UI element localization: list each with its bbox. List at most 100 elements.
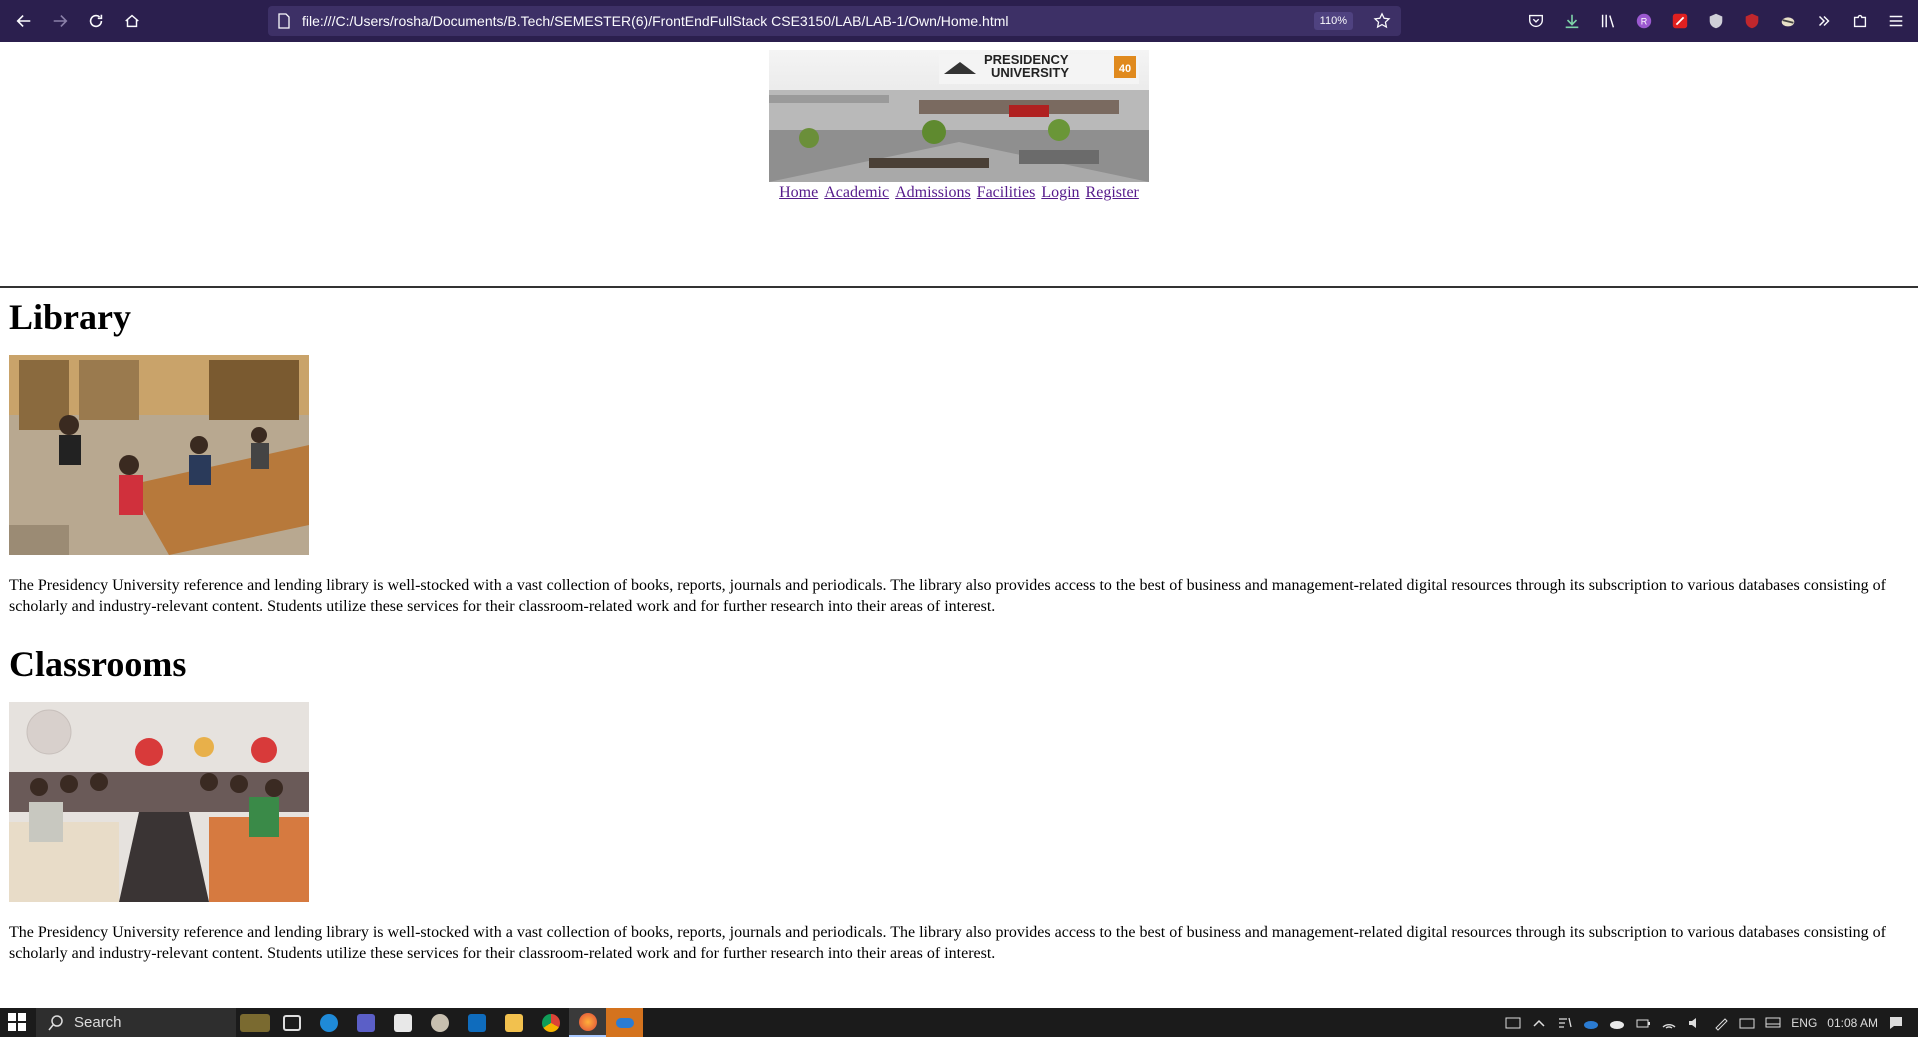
profile-button[interactable]: R bbox=[1632, 9, 1656, 33]
taskbar-search-label: Search bbox=[74, 1014, 122, 1031]
taskbar-file-explorer[interactable] bbox=[495, 1008, 532, 1037]
taskbar-widgets[interactable] bbox=[236, 1008, 273, 1037]
taskbar-store[interactable] bbox=[384, 1008, 421, 1037]
notification-icon[interactable] bbox=[1888, 1015, 1904, 1031]
store-icon bbox=[393, 1013, 412, 1032]
forward-button[interactable] bbox=[48, 9, 72, 33]
windows-start-icon[interactable] bbox=[8, 1013, 26, 1031]
page-icon bbox=[278, 13, 290, 29]
pen-icon[interactable] bbox=[1713, 1015, 1729, 1031]
profile-avatar-icon: R bbox=[1636, 13, 1652, 29]
hamburger-icon bbox=[1889, 15, 1903, 27]
extension-misc-icon bbox=[1781, 17, 1795, 27]
taskbar-firefox[interactable] bbox=[569, 1008, 606, 1037]
task-view-icon bbox=[282, 1014, 301, 1031]
taskbar-task-view[interactable] bbox=[273, 1008, 310, 1037]
address-bar[interactable]: file:///C:/Users/rosha/Documents/B.Tech/… bbox=[268, 6, 1401, 36]
ublock-extension-button[interactable] bbox=[1740, 9, 1764, 33]
pen-menu-icon[interactable] bbox=[1557, 1015, 1573, 1031]
taskbar-chrome[interactable] bbox=[532, 1008, 569, 1037]
ublock-icon bbox=[1745, 13, 1759, 29]
nav-link-facilities[interactable]: Facilities bbox=[977, 184, 1036, 201]
taskbar-app-misc[interactable] bbox=[421, 1008, 458, 1037]
outlook-icon bbox=[467, 1013, 486, 1032]
firefox-icon bbox=[578, 1012, 597, 1031]
chevron-up-icon[interactable] bbox=[1531, 1015, 1547, 1031]
language-indicator[interactable]: ENG bbox=[1791, 1016, 1817, 1030]
shield-icon bbox=[1709, 13, 1723, 29]
banner-title-line2: UNIVERSITY bbox=[991, 65, 1069, 80]
back-arrow-icon bbox=[16, 15, 31, 27]
nav-link-admissions[interactable]: Admissions bbox=[895, 184, 971, 201]
url-text[interactable]: file:///C:/Users/rosha/Documents/B.Tech/… bbox=[302, 13, 1008, 29]
web-page: PRESIDENCY UNIVERSITY 40 Home Academic A… bbox=[0, 42, 1918, 1008]
battery-icon[interactable] bbox=[1635, 1015, 1651, 1031]
extension-red-button[interactable] bbox=[1668, 9, 1692, 33]
bookmark-star-icon[interactable] bbox=[1373, 12, 1391, 30]
reload-button[interactable] bbox=[84, 9, 108, 33]
taskbar-pinned-apps bbox=[236, 1008, 643, 1037]
edge-icon bbox=[319, 1013, 338, 1032]
windows-taskbar: Search ENG 01:08 AM bbox=[0, 1008, 1918, 1037]
puzzle-icon bbox=[1853, 14, 1867, 28]
nav-link-academic[interactable]: Academic bbox=[824, 184, 889, 201]
extensions-button[interactable] bbox=[1848, 9, 1872, 33]
keyboard-icon[interactable] bbox=[1739, 1015, 1755, 1031]
back-button[interactable] bbox=[12, 9, 36, 33]
clock[interactable]: 01:08 AM bbox=[1827, 1016, 1878, 1030]
menu-button[interactable] bbox=[1884, 9, 1908, 33]
display-icon[interactable] bbox=[1765, 1015, 1781, 1031]
library-image bbox=[9, 355, 309, 555]
library-icon bbox=[1601, 14, 1615, 28]
downloads-button[interactable] bbox=[1560, 9, 1584, 33]
library-heading: Library bbox=[9, 297, 131, 337]
pocket-button[interactable] bbox=[1524, 9, 1548, 33]
chrome-icon bbox=[541, 1013, 560, 1032]
classrooms-heading: Classrooms bbox=[9, 644, 187, 684]
extension-misc-button[interactable] bbox=[1776, 9, 1800, 33]
zoom-level-badge[interactable]: 110% bbox=[1313, 12, 1353, 30]
classroom-image bbox=[9, 702, 309, 902]
taskbar-outlook[interactable] bbox=[458, 1008, 495, 1037]
widgets-icon bbox=[239, 1013, 270, 1032]
pocket-icon bbox=[1529, 14, 1543, 28]
app-misc-icon bbox=[430, 1013, 449, 1032]
taskbar-search[interactable]: Search bbox=[36, 1008, 236, 1037]
taskbar-teams[interactable] bbox=[347, 1008, 384, 1037]
university-banner-image: PRESIDENCY UNIVERSITY 40 bbox=[769, 50, 1149, 182]
reload-icon bbox=[89, 14, 103, 28]
browser-toolbar: file:///C:/Users/rosha/Documents/B.Tech/… bbox=[0, 0, 1918, 42]
overflow-button[interactable] bbox=[1812, 9, 1836, 33]
site-header: PRESIDENCY UNIVERSITY 40 Home Academic A… bbox=[0, 42, 1918, 202]
library-description: The Presidency University reference and … bbox=[9, 577, 1886, 615]
header-divider bbox=[0, 286, 1918, 288]
home-icon bbox=[125, 14, 139, 28]
wifi-icon[interactable] bbox=[1661, 1015, 1677, 1031]
search-icon bbox=[48, 1014, 63, 1030]
onedrive-blue-icon[interactable] bbox=[1583, 1015, 1599, 1031]
home-button[interactable] bbox=[120, 9, 144, 33]
library-button[interactable] bbox=[1596, 9, 1620, 33]
cloud-app-icon bbox=[615, 1017, 634, 1028]
nav-link-home[interactable]: Home bbox=[779, 184, 818, 201]
main-nav: Home Academic Admissions Facilities Logi… bbox=[0, 184, 1918, 202]
onedrive-white-icon[interactable] bbox=[1609, 1015, 1625, 1031]
taskbar-onedrive-app[interactable] bbox=[606, 1008, 643, 1037]
classrooms-section: Classrooms The Presidency University ref… bbox=[9, 643, 1909, 980]
nav-link-register[interactable]: Register bbox=[1086, 184, 1139, 201]
toolbar-extensions: R bbox=[1524, 9, 1908, 33]
forward-arrow-icon bbox=[53, 15, 68, 27]
touch-keyboard-icon[interactable] bbox=[1505, 1015, 1521, 1031]
teams-icon bbox=[356, 1013, 375, 1032]
nav-link-login[interactable]: Login bbox=[1041, 184, 1079, 201]
download-icon bbox=[1565, 14, 1579, 29]
shield-extension-button[interactable] bbox=[1704, 9, 1728, 33]
extension-red-icon bbox=[1672, 13, 1688, 29]
speaker-icon[interactable] bbox=[1687, 1015, 1703, 1031]
classrooms-description: The Presidency University reference and … bbox=[9, 924, 1886, 962]
taskbar-edge[interactable] bbox=[310, 1008, 347, 1037]
system-tray: ENG 01:08 AM bbox=[1505, 1008, 1918, 1037]
svg-text:R: R bbox=[1641, 17, 1648, 27]
banner-badge: 40 bbox=[1119, 63, 1131, 75]
campus-photo: PRESIDENCY UNIVERSITY 40 bbox=[769, 50, 1149, 182]
